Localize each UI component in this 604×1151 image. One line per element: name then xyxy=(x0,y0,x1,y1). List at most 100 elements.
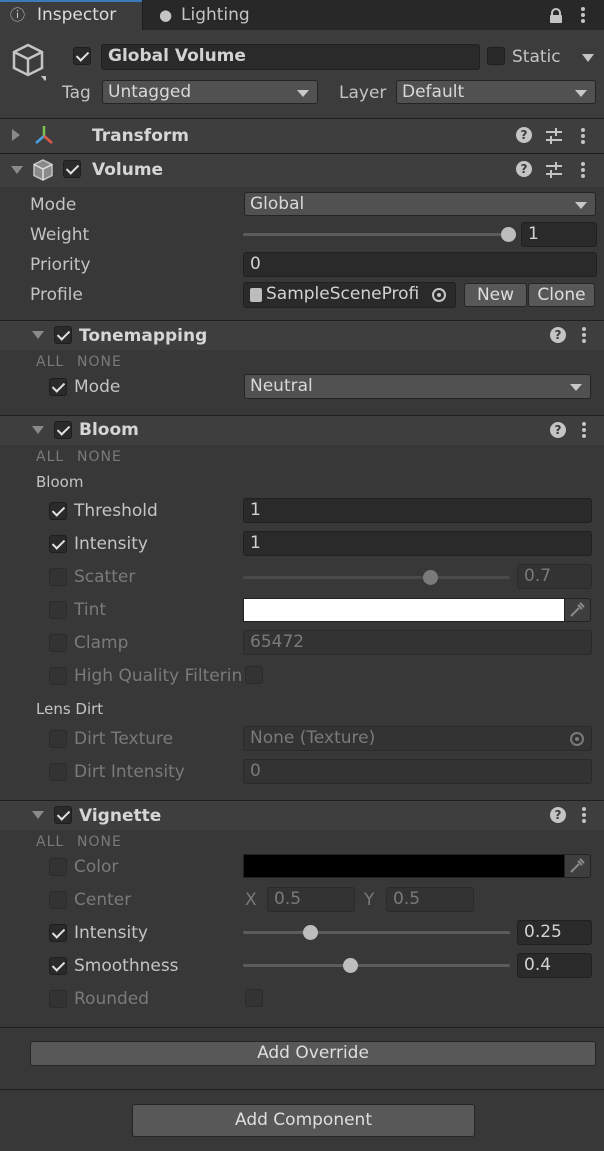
threshold-field[interactable]: 1 xyxy=(243,498,592,523)
dirt-texture-picker-icon[interactable] xyxy=(570,732,584,746)
tonemapping-all-button[interactable]: ALL xyxy=(36,352,64,372)
tonemapping-none-button[interactable]: NONE xyxy=(77,352,122,372)
tab-menu-icon[interactable] xyxy=(581,7,585,23)
volume-header[interactable] xyxy=(0,153,604,187)
weight-slider-handle[interactable] xyxy=(501,227,516,242)
help-icon[interactable]: ? xyxy=(516,127,532,143)
tonemapping-enabled-checkbox[interactable] xyxy=(54,326,72,344)
clamp-override[interactable] xyxy=(49,634,67,652)
scatter-slider-handle[interactable] xyxy=(422,570,438,585)
center-x-field[interactable]: 0.5 xyxy=(267,887,355,912)
bloom-enabled-checkbox[interactable] xyxy=(54,421,72,439)
object-picker-icon[interactable] xyxy=(432,288,446,302)
tonemapping-help-icon[interactable]: ? xyxy=(550,327,566,343)
tonemapping-mode-dropdown[interactable]: Neutral xyxy=(244,374,591,399)
vignette-color-swatch[interactable] xyxy=(243,854,565,878)
vignette-intensity-field[interactable]: 0.25 xyxy=(517,920,592,945)
volume-enabled-checkbox[interactable] xyxy=(63,160,81,178)
static-checkbox[interactable] xyxy=(487,47,505,65)
vignette-enabled-checkbox[interactable] xyxy=(54,806,72,824)
tonemapping-expand-icon[interactable] xyxy=(32,331,44,339)
lightbulb-icon: ● xyxy=(159,6,173,24)
lens-dirt-section-label: Lens Dirt xyxy=(36,700,104,718)
static-dropdown-icon[interactable] xyxy=(582,54,594,62)
object-name-field[interactable]: Global Volume xyxy=(101,44,480,70)
tonemapping-menu-icon[interactable] xyxy=(582,327,586,343)
dirt-texture-label: Dirt Texture xyxy=(74,729,174,749)
rounded-override[interactable] xyxy=(49,990,67,1008)
volume-presets-icon[interactable] xyxy=(545,161,563,179)
dirt-intensity-field[interactable]: 0 xyxy=(243,759,592,784)
dirt-texture-field[interactable]: None (Texture) xyxy=(243,726,592,751)
layer-dropdown[interactable]: Default xyxy=(396,80,596,104)
presets-icon[interactable] xyxy=(545,127,563,145)
scatter-slider-track[interactable] xyxy=(243,576,510,579)
tint-override[interactable] xyxy=(49,601,67,619)
volume-help-icon[interactable]: ? xyxy=(516,161,532,177)
threshold-override[interactable] xyxy=(49,502,67,520)
weight-slider-track[interactable] xyxy=(243,233,508,236)
clone-profile-button[interactable]: Clone xyxy=(528,283,595,307)
center-y-label: Y xyxy=(364,890,375,910)
scatter-label: Scatter xyxy=(74,567,136,587)
dirt-texture-override[interactable] xyxy=(49,730,67,748)
tint-color-swatch[interactable] xyxy=(243,598,565,622)
smoothness-override[interactable] xyxy=(49,957,67,975)
tab-lighting[interactable]: Lighting xyxy=(181,5,250,25)
scatter-field[interactable]: 0.7 xyxy=(517,564,592,589)
priority-field[interactable]: 0 xyxy=(243,252,597,277)
dirt-intensity-label: Dirt Intensity xyxy=(74,762,185,782)
vignette-menu-icon[interactable] xyxy=(582,807,586,823)
tag-dropdown[interactable]: Untagged xyxy=(102,80,318,104)
collapse-arrow-icon[interactable] xyxy=(12,129,20,141)
vignette-intensity-override[interactable] xyxy=(49,924,67,942)
hq-filtering-override[interactable] xyxy=(49,667,67,685)
rounded-checkbox[interactable] xyxy=(245,989,263,1007)
vignette-expand-icon[interactable] xyxy=(32,811,44,819)
volume-menu-icon[interactable] xyxy=(581,162,585,178)
bloom-intensity-field[interactable]: 1 xyxy=(243,531,592,556)
weight-field[interactable]: 1 xyxy=(521,222,597,247)
add-component-button[interactable]: Add Component xyxy=(132,1104,475,1137)
object-active-checkbox[interactable] xyxy=(73,47,91,65)
gameobject-icon[interactable] xyxy=(10,42,46,82)
expand-arrow-icon[interactable] xyxy=(11,166,23,174)
volume-mode-dropdown[interactable]: Global xyxy=(244,192,596,216)
vignette-help-icon[interactable]: ? xyxy=(550,807,566,823)
bloom-expand-icon[interactable] xyxy=(32,426,44,434)
volume-cube-icon xyxy=(33,159,53,181)
bloom-none-button[interactable]: NONE xyxy=(77,447,122,467)
add-override-button[interactable]: Add Override xyxy=(30,1041,596,1066)
clamp-field[interactable]: 65472 xyxy=(243,630,592,655)
vignette-eyedropper-icon[interactable] xyxy=(565,854,591,878)
new-profile-button[interactable]: New xyxy=(464,283,527,307)
smoothness-slider-track[interactable] xyxy=(243,964,510,967)
vignette-color-override[interactable] xyxy=(49,858,67,876)
lock-icon[interactable] xyxy=(550,8,562,23)
priority-label: Priority xyxy=(30,255,91,275)
bloom-help-icon[interactable]: ? xyxy=(550,422,566,438)
smoothness-field[interactable]: 0.4 xyxy=(517,953,592,978)
hq-filtering-checkbox[interactable] xyxy=(245,666,263,684)
tint-eyedropper-icon[interactable] xyxy=(565,598,591,622)
transform-menu-icon[interactable] xyxy=(581,128,585,144)
transform-header[interactable] xyxy=(0,118,604,153)
profile-field[interactable]: SampleSceneProfi xyxy=(243,282,456,308)
vignette-intensity-slider-track[interactable] xyxy=(243,931,510,934)
scatter-override[interactable] xyxy=(49,568,67,586)
static-label: Static xyxy=(512,47,561,67)
info-icon: ⓘ xyxy=(10,6,26,24)
dirt-intensity-override[interactable] xyxy=(49,763,67,781)
tonemapping-mode-override[interactable] xyxy=(49,378,67,396)
bloom-all-button[interactable]: ALL xyxy=(36,447,64,467)
center-y-field[interactable]: 0.5 xyxy=(386,887,474,912)
bloom-intensity-override[interactable] xyxy=(49,535,67,553)
bloom-menu-icon[interactable] xyxy=(582,422,586,438)
vignette-all-button[interactable]: ALL xyxy=(36,832,64,852)
vignette-intensity-slider-handle[interactable] xyxy=(302,925,318,940)
center-override[interactable] xyxy=(49,891,67,909)
smoothness-slider-handle[interactable] xyxy=(342,958,358,973)
vignette-none-button[interactable]: NONE xyxy=(77,832,122,852)
center-x-label: X xyxy=(245,890,257,910)
bloom-section-label: Bloom xyxy=(36,473,84,491)
